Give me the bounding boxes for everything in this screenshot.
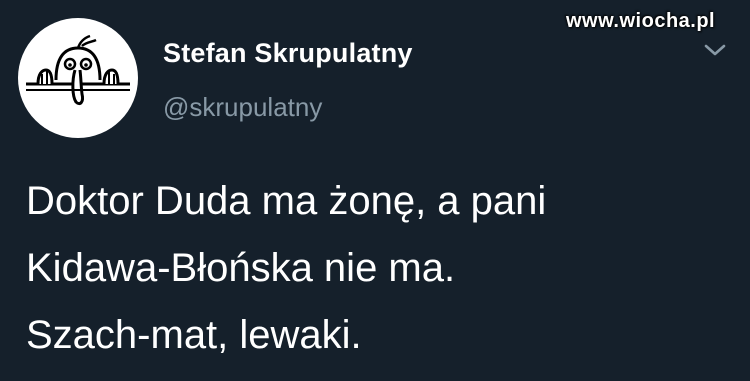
tweet-text-line: Szach-mat, lewaki.	[26, 313, 362, 357]
chevron-down-icon	[704, 44, 726, 56]
avatar[interactable]	[18, 18, 138, 138]
watermark: www.wiocha.pl	[566, 10, 716, 32]
kilroy-doodle-icon	[26, 34, 130, 106]
tweet-text-line: Doktor Duda ma żonę, a pani	[26, 179, 547, 223]
tweet-text-line: Kidawa-Błońska nie ma.	[26, 246, 456, 290]
user-handle[interactable]: @skrupulatny	[163, 92, 322, 123]
tweet-menu-button[interactable]	[700, 40, 730, 60]
tweet-text: Doktor Duda ma żonę, a pani Kidawa-Błońs…	[26, 168, 726, 369]
display-name[interactable]: Stefan Skrupulatny	[163, 38, 413, 69]
tweet-card: Stefan Skrupulatny @skrupulatny www.wioc…	[0, 0, 750, 381]
